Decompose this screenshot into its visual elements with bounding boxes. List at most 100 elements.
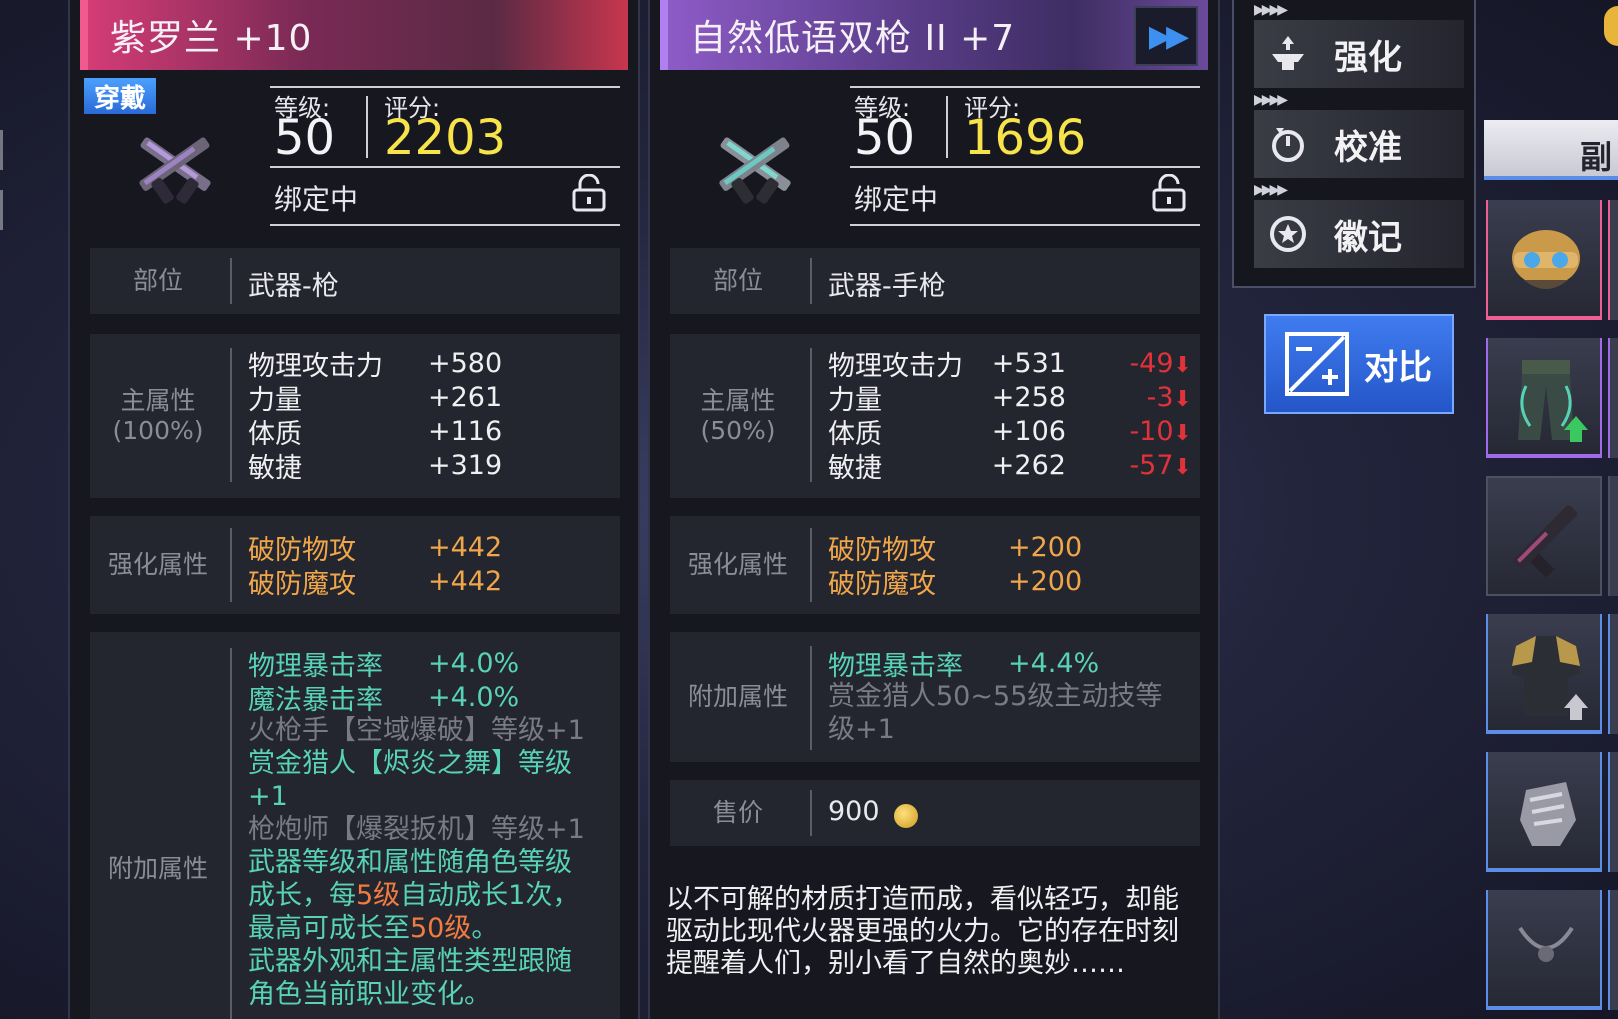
extra-attr-section: 附加属性 物理暴击率 +4.0% 魔法暴击率 +4.0% 火枪手【空域爆破】等级+1… (90, 632, 620, 1019)
stat-row: 破防物攻 +200 (828, 531, 1083, 566)
dual-pistol-icon (719, 137, 791, 204)
slot-value: 武器-手枪 (828, 271, 946, 302)
tab-secondary[interactable]: 副 (1484, 120, 1618, 180)
score-value: 1696 (964, 110, 1087, 166)
calibrate-button[interactable]: 校准 (1254, 110, 1464, 178)
gold-badge-icon (1604, 6, 1618, 46)
stat-row: 物理暴击率 +4.0% (248, 647, 520, 682)
armor-icon (1512, 636, 1588, 720)
stat-row: 体质 +106 -10⬇ (828, 415, 1192, 450)
item-summary: 等级: 50 评分: 2203 绑定中 (270, 86, 620, 226)
price-value: 900 (828, 796, 880, 827)
down-arrow-icon: ⬇ (1173, 420, 1192, 446)
price-section: 售价 900 (670, 780, 1200, 846)
main-attr-pct: (50%) (700, 416, 776, 445)
main-attr-pct: (100%) (112, 416, 204, 445)
helmet-icon (1512, 230, 1580, 289)
gauntlet-icon (1520, 782, 1576, 846)
extra-attr-section: 附加属性 物理暴击率 +4.4% 赏金猎人50~55级主动技等 级+1 (670, 632, 1200, 762)
slot-section: 部位 武器-手枪 (670, 248, 1200, 314)
stat-row: 物理攻击力 +580 (248, 347, 503, 382)
stat-row: 物理攻击力 +531 -49⬇ (828, 347, 1192, 382)
arrow-deco-icon: ▶▶▶▶ (1254, 92, 1288, 108)
price-label: 售价 (712, 798, 763, 827)
stat-diff: -10⬇ (1129, 415, 1192, 447)
stat-diff: -3⬇ (1146, 381, 1192, 413)
next-item-button[interactable]: ▶▶ (1134, 6, 1198, 66)
equipped-item-panel: 紫罗兰 +10 穿戴 等级: 50 评分: 2203 绑定中 部位 武器-枪 主… (68, 0, 640, 1019)
emblem-icon (1270, 216, 1306, 252)
compare-button[interactable]: 对比 (1264, 314, 1454, 414)
enhance-button[interactable]: 强化 (1254, 20, 1464, 88)
pants-icon (1518, 360, 1588, 442)
appearance-note-line: 武器外观和主属性类型跟随 (248, 946, 572, 977)
equipped-badge: 穿戴 (84, 78, 156, 114)
extra-attr-label: 附加属性 (687, 682, 788, 711)
lock-icon[interactable] (1148, 174, 1192, 214)
equip-slot-chest[interactable] (1486, 614, 1602, 734)
item-header: 紫罗兰 +10 (80, 0, 628, 70)
stat-row: 魔法暴击率 +4.0% (248, 681, 520, 716)
equip-slot-legs[interactable] (1486, 338, 1602, 458)
emblem-button[interactable]: 徽记 (1254, 200, 1464, 268)
stat-row: 物理暴击率 +4.4% (828, 647, 1100, 682)
lock-icon[interactable] (568, 174, 612, 214)
level-value: 50 (274, 110, 336, 166)
stat-row: 破防物攻 +442 (248, 531, 503, 566)
bg-bracket (0, 130, 6, 170)
necklace-icon (1518, 926, 1574, 962)
item-name: 自然低语双枪 II +7 (690, 18, 1016, 59)
enhance-attr-section: 强化属性 破防物攻 +200 破防魔攻 +200 (670, 516, 1200, 614)
down-arrow-icon: ⬇ (1173, 454, 1192, 480)
slot-value: 武器-枪 (248, 271, 339, 302)
extra-attr-label: 附加属性 (107, 854, 208, 883)
level-value: 50 (854, 110, 916, 166)
equip-slot-accessory[interactable] (1486, 890, 1602, 1010)
growth-note-line: 武器等级和属性随角色等级 (248, 847, 572, 878)
slot-section: 部位 武器-枪 (90, 248, 620, 314)
fast-forward-icon: ▶▶ (1148, 18, 1189, 54)
stat-row: 敏捷 +262 -57⬇ (828, 449, 1192, 484)
stat-row: 破防魔攻 +200 (828, 565, 1083, 600)
stat-row: 力量 +261 (248, 381, 503, 416)
equip-slot-helmet[interactable] (1486, 200, 1602, 320)
item-summary: 等级: 50 评分: 1696 绑定中 (850, 86, 1200, 226)
skill-bonus-line: 枪炮师【爆裂扳机】等级+1 (248, 814, 585, 845)
enhance-attr-label: 强化属性 (107, 550, 208, 579)
gun-icon (1513, 505, 1578, 578)
bind-status: 绑定中 (854, 183, 939, 216)
equip-slot-gloves[interactable] (1486, 752, 1602, 872)
enhance-attr-label: 强化属性 (687, 550, 788, 579)
main-attr-section: 主属性 (50%) 物理攻击力 +531 -49⬇ 力量 +258 -3⬇ 体质 +106… (670, 334, 1200, 498)
slot-label: 部位 (132, 266, 183, 295)
skill-bonus-line: +1 (248, 781, 288, 812)
dual-pistol-icon (139, 137, 211, 204)
arrow-deco-icon: ▶▶▶▶ (1254, 182, 1288, 198)
score-value: 2203 (384, 110, 507, 166)
skill-bonus-line: 级+1 (828, 714, 895, 745)
growth-note-line: 最高可成长至50级。 (248, 913, 499, 944)
calibrate-icon (1272, 128, 1304, 162)
stat-row: 敏捷 +319 (248, 449, 503, 484)
action-menu: ▶▶▶▶ 强化 ▶▶▶▶ 校准 ▶▶▶▶ 徽记 (1232, 0, 1476, 288)
anvil-icon (1272, 36, 1304, 70)
arrow-deco-icon: ▶▶▶▶ (1254, 2, 1288, 18)
slot-label: 部位 (712, 266, 763, 295)
main-attr-section: 主属性 (100%) 物理攻击力 +580 力量 +261 体质 +116 敏捷 +31… (90, 334, 620, 498)
stat-row: 体质 +116 (248, 415, 503, 450)
stat-diff: -49⬇ (1129, 347, 1192, 379)
appearance-note-line: 角色当前职业变化。 (248, 979, 491, 1010)
equip-slot-weapon[interactable] (1486, 476, 1602, 596)
skill-bonus-line: 火枪手【空域爆破】等级+1 (248, 715, 585, 746)
skill-bonus-line: 赏金猎人50~55级主动技等 (828, 681, 1163, 712)
stat-row: 力量 +258 -3⬇ (828, 381, 1192, 416)
enhance-attr-section: 强化属性 破防物攻 +442 破防魔攻 +442 (90, 516, 620, 614)
skill-bonus-line: 赏金猎人【烬炎之舞】等级 (248, 748, 572, 779)
down-arrow-icon: ⬇ (1173, 352, 1192, 378)
compare-icon (1285, 332, 1349, 396)
item-description: 以不可解的材质打造而成，看似轻巧，却能驱动比现代火器更强的火力。它的存在时刻提醒… (666, 884, 1179, 979)
stat-diff: -57⬇ (1129, 449, 1192, 481)
main-attr-label: 主属性 (120, 386, 196, 415)
gold-coin-icon (893, 803, 918, 828)
stat-row: 破防魔攻 +442 (248, 565, 503, 600)
